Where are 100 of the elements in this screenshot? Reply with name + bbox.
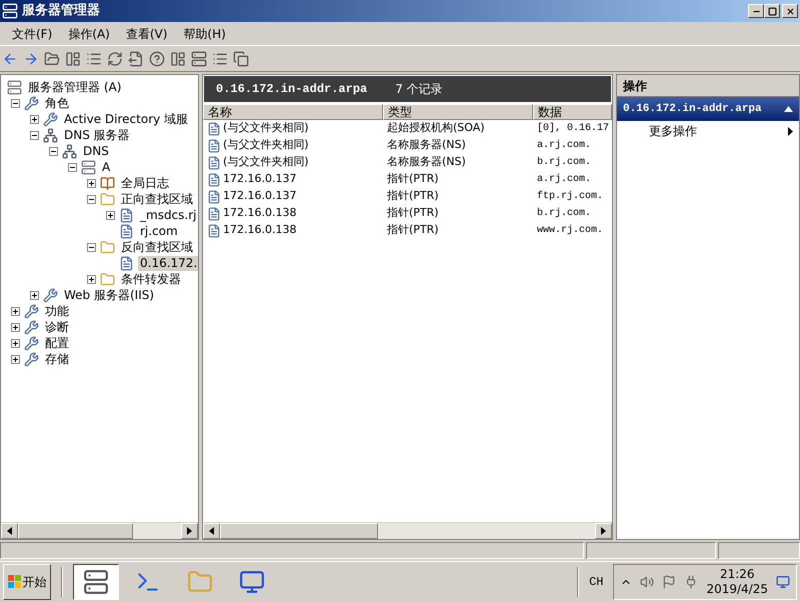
clock-time: 21:26: [720, 567, 755, 582]
collapse-arrow-icon: [784, 106, 793, 112]
expand-toggle[interactable]: [87, 178, 96, 188]
flag-icon[interactable]: [662, 575, 676, 589]
back-icon[interactable]: [2, 50, 18, 66]
tree-item[interactable]: 诊断: [43, 320, 71, 334]
expand-toggle[interactable]: [87, 274, 96, 284]
column-header[interactable]: 类型: [383, 104, 533, 120]
tree-item[interactable]: 条件转发器: [119, 272, 183, 286]
table-cell-text: ftp.rj.com.: [536, 190, 604, 204]
tree-item[interactable]: 全局日志: [119, 176, 171, 190]
horizontal-scrollbar[interactable]: [203, 522, 612, 539]
scroll-right-icon[interactable]: [601, 527, 606, 535]
actions-title: 操作: [623, 78, 647, 94]
list-icon[interactable]: [86, 50, 102, 66]
help-icon[interactable]: [149, 50, 165, 66]
tree-item[interactable]: 功能: [43, 304, 71, 318]
column-header[interactable]: 名称: [203, 104, 383, 120]
language-indicator[interactable]: CH: [585, 573, 608, 591]
menu-item[interactable]: 文件(F): [4, 24, 60, 42]
tree-item[interactable]: _msdcs.rj: [138, 208, 198, 222]
scroll-left-icon[interactable]: [209, 527, 214, 535]
tree-item[interactable]: 角色: [43, 96, 71, 110]
tree-item[interactable]: Active Directory 域服: [62, 112, 190, 126]
scroll-right-icon[interactable]: [187, 527, 192, 535]
folder-icon[interactable]: [44, 50, 60, 66]
start-button[interactable]: 开始: [3, 564, 51, 600]
expand-toggle[interactable]: [11, 354, 20, 364]
tree-item[interactable]: 配置: [43, 336, 71, 350]
monitor-icon: [239, 569, 265, 595]
collapse-toggle[interactable]: [49, 146, 58, 156]
tree-item[interactable]: Web 服务器(IIS): [62, 288, 156, 302]
window-title: 服务器管理器: [22, 2, 101, 20]
action-item[interactable]: 更多操作: [617, 121, 799, 141]
taskbar-app[interactable]: [73, 564, 119, 600]
record-icon: [207, 190, 221, 204]
table-cell-text: [0], 0.16.17: [536, 122, 610, 136]
tool-icon: [24, 96, 39, 110]
record-icon: [207, 122, 221, 136]
export-icon[interactable]: [128, 50, 144, 66]
expand-toggle[interactable]: [11, 322, 20, 332]
minimize-button[interactable]: [748, 4, 764, 18]
zone-icon: [119, 224, 134, 238]
collapse-toggle[interactable]: [30, 130, 39, 140]
maximize-button[interactable]: [764, 4, 780, 18]
tool-icon: [24, 336, 39, 350]
maximize-icon: [768, 6, 776, 16]
tree-item[interactable]: 0.16.172.: [138, 256, 198, 270]
table-cell-text: 172.16.0.137: [223, 171, 296, 188]
tree-item[interactable]: 服务器管理器 (A): [26, 80, 124, 94]
collapse-toggle[interactable]: [87, 242, 96, 252]
record-icon: [207, 138, 221, 152]
horizontal-scrollbar[interactable]: [1, 522, 198, 539]
forward-icon[interactable]: [23, 50, 39, 66]
tree-item[interactable]: DNS 服务器: [62, 128, 132, 142]
server-icon: [81, 160, 96, 174]
panel-icon[interactable]: [170, 50, 186, 66]
clock-date: 2019/4/25: [706, 582, 768, 597]
table-cell-text: a.rj.com.: [536, 138, 592, 153]
expand-toggle[interactable]: [106, 210, 115, 220]
section-header[interactable]: 0.16.172.in-addr.arpa: [617, 97, 799, 121]
log-icon: [100, 176, 115, 190]
zone-icon: [119, 256, 134, 270]
volume-icon[interactable]: [640, 575, 654, 589]
list-icon[interactable]: [212, 50, 228, 66]
close-button[interactable]: [782, 4, 798, 18]
record-icon: [207, 206, 221, 220]
table-cell-text: 名称服务器(NS): [386, 137, 467, 154]
table-cell-text: www.rj.com.: [536, 224, 604, 238]
menu-item[interactable]: 帮助(H): [175, 24, 234, 42]
collapse-toggle[interactable]: [68, 162, 77, 172]
tree-item[interactable]: rj.com: [138, 224, 180, 238]
expand-toggle[interactable]: [11, 306, 20, 316]
column-header[interactable]: 数据: [533, 104, 612, 120]
tree-item[interactable]: A: [100, 160, 112, 174]
windows-logo-icon: [8, 575, 22, 589]
tree-item[interactable]: 反向查找区域: [119, 240, 195, 254]
collapse-toggle[interactable]: [87, 194, 96, 204]
table-cell-text: 指针(PTR): [386, 171, 440, 188]
table-cell-text: 起始授权机构(SOA): [386, 120, 486, 136]
tool-icon: [24, 320, 39, 334]
tree-item[interactable]: 正向查找区域: [119, 192, 195, 206]
tree-item[interactable]: DNS: [81, 144, 111, 158]
table-cell-text: 指针(PTR): [386, 205, 440, 222]
expand-toggle[interactable]: [30, 114, 39, 124]
refresh-icon[interactable]: [107, 50, 123, 66]
collapse-toggle[interactable]: [11, 98, 20, 108]
menu-item[interactable]: 查看(V): [118, 24, 176, 42]
submenu-arrow-icon: [788, 126, 793, 136]
expand-toggle[interactable]: [30, 290, 39, 300]
copy-icon[interactable]: [233, 50, 249, 66]
expand-toggle[interactable]: [11, 338, 20, 348]
tree-item[interactable]: 存储: [43, 352, 71, 366]
menu-item[interactable]: 操作(A): [60, 24, 118, 42]
table-cell-text: b.rj.com.: [536, 156, 592, 170]
panel-icon[interactable]: [65, 50, 81, 66]
scroll-left-icon[interactable]: [7, 527, 12, 535]
record-icon: [207, 172, 221, 186]
monitor-icon[interactable]: [776, 575, 790, 589]
server-icon[interactable]: [191, 50, 207, 66]
